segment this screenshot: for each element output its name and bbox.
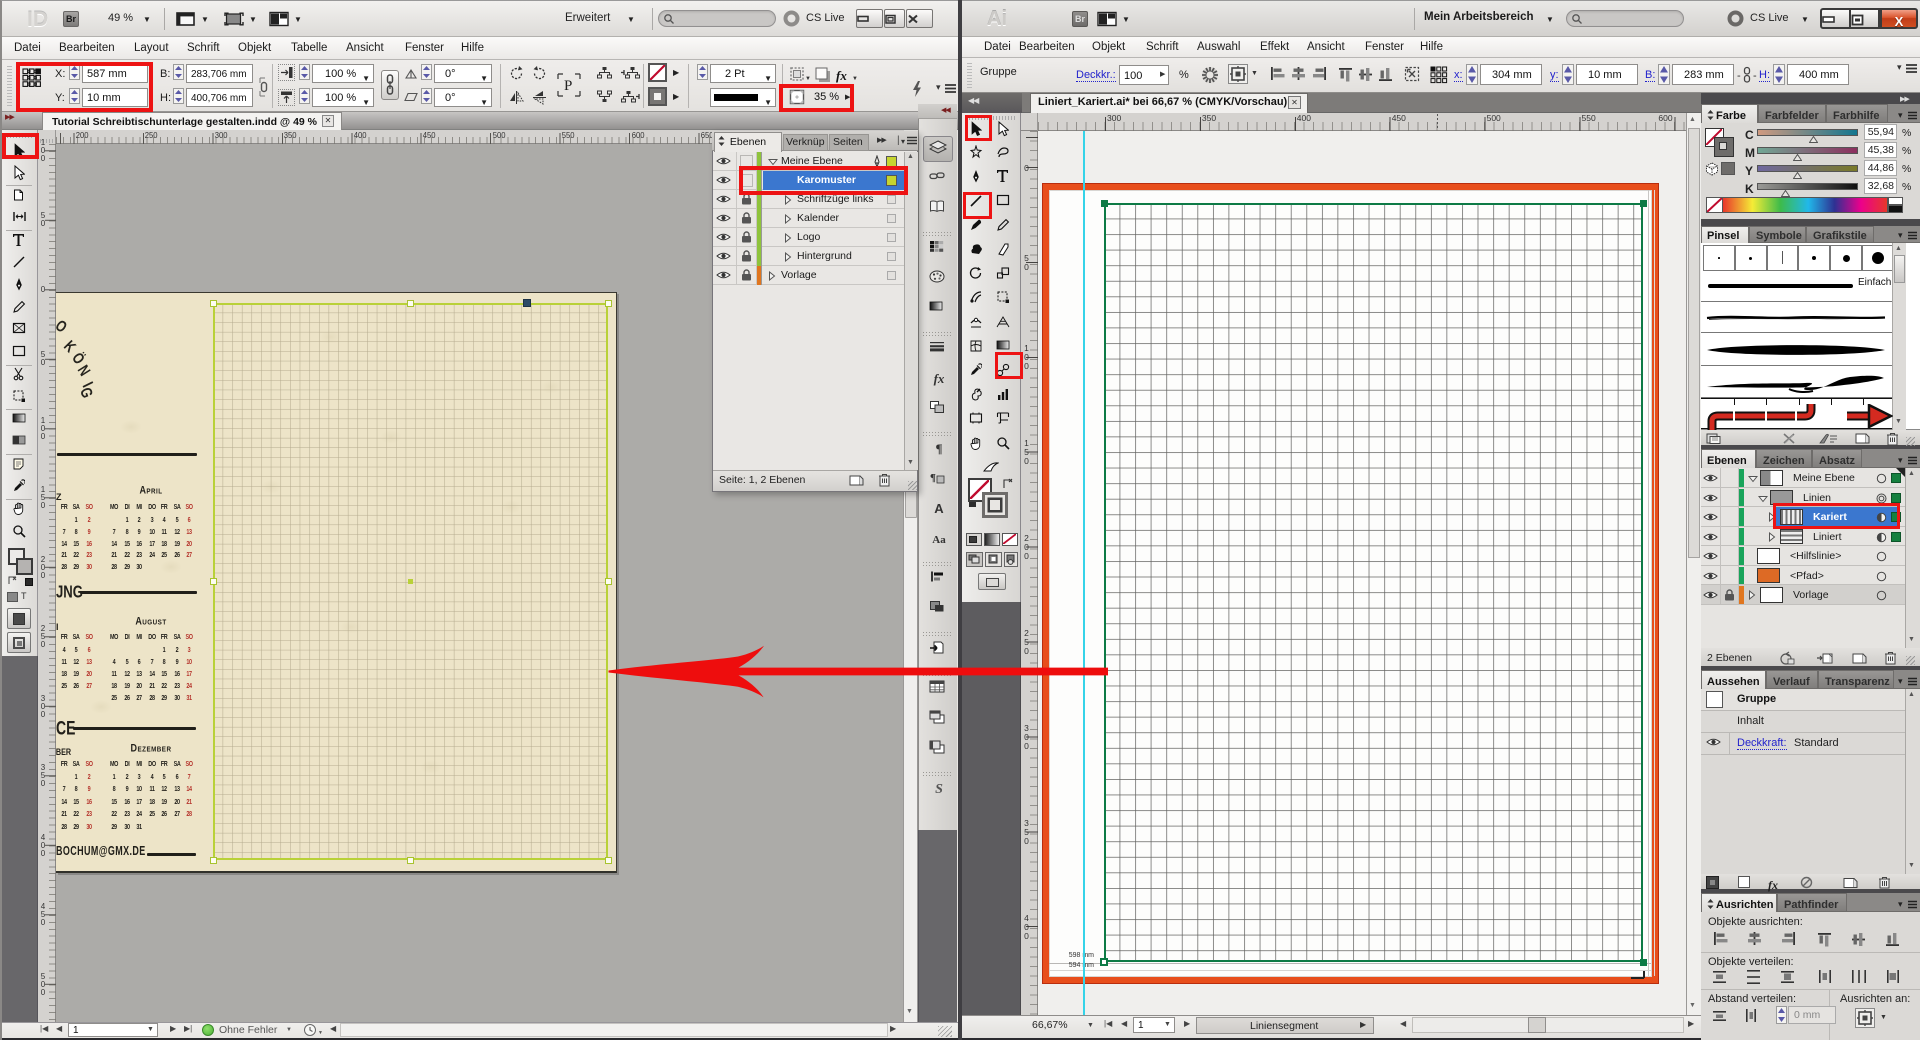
svg-text:P: P — [564, 78, 572, 94]
svg-text:¶: ¶ — [930, 472, 936, 484]
